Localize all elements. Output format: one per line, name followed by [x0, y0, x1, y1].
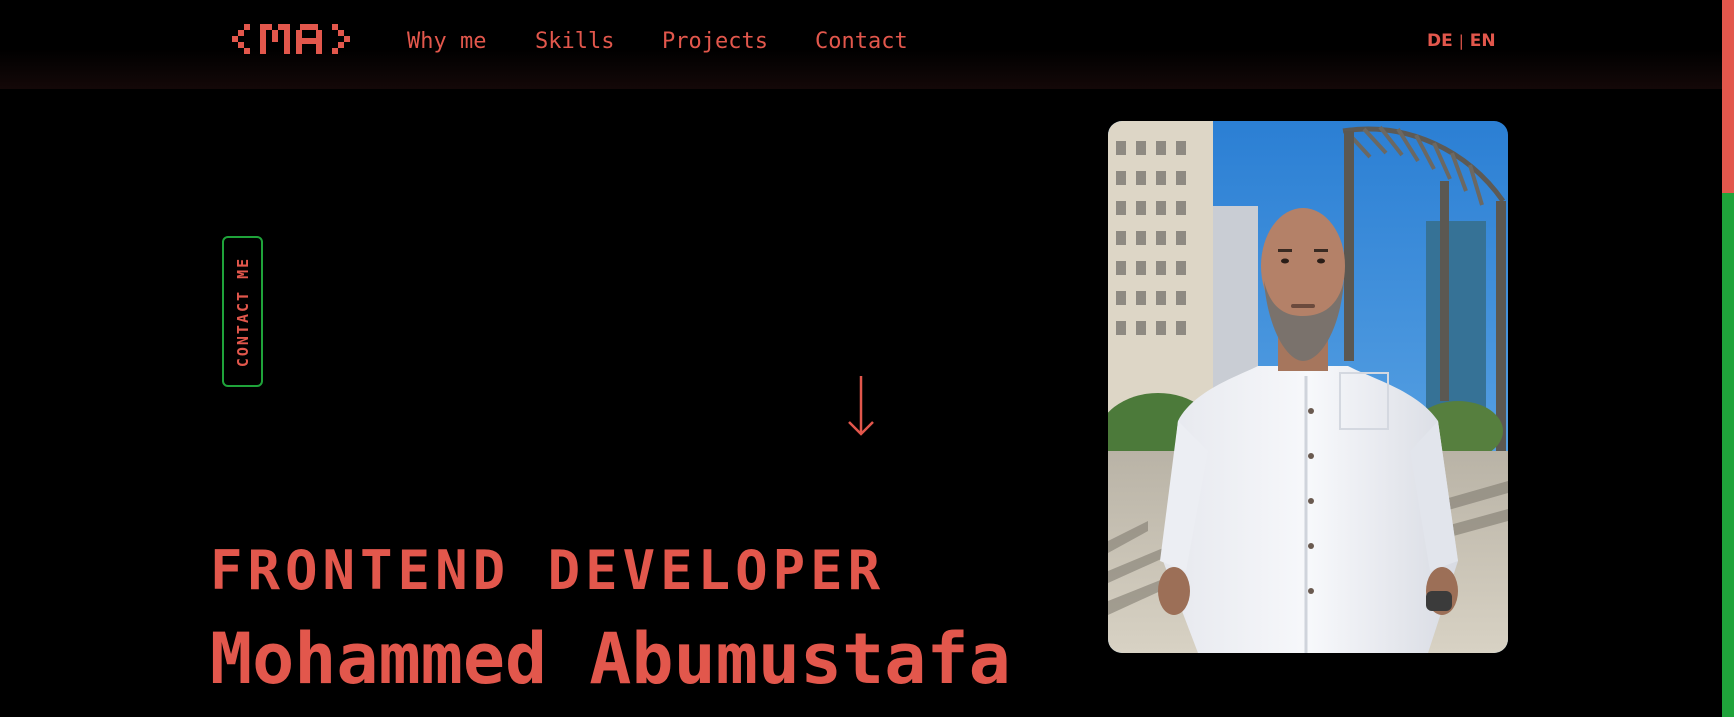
- language-switcher: DE | EN: [1427, 30, 1496, 52]
- contact-me-button[interactable]: CONTACT ME: [222, 236, 263, 387]
- lang-de[interactable]: DE: [1427, 30, 1453, 52]
- nav-contact[interactable]: Contact: [815, 26, 908, 58]
- person-name: Mohammed Abumustafa: [210, 617, 1011, 700]
- nav-projects[interactable]: Projects: [662, 26, 768, 58]
- nav-why-me[interactable]: Why me: [407, 26, 486, 58]
- nav-skills[interactable]: Skills: [535, 26, 614, 58]
- contact-me-label: CONTACT ME: [233, 256, 252, 367]
- arrow-down-icon[interactable]: [845, 374, 877, 442]
- site-header: Why me Skills Projects Contact DE | EN: [0, 0, 1722, 89]
- lang-en[interactable]: EN: [1470, 30, 1496, 52]
- logo[interactable]: [232, 18, 352, 60]
- scrollbar-thumb[interactable]: [1722, 0, 1734, 193]
- logo-pixel-mark: [232, 24, 350, 54]
- job-title: FRONTEND DEVELOPER: [210, 538, 886, 602]
- lang-separator: |: [1458, 32, 1464, 50]
- portrait-photo: [1108, 121, 1508, 653]
